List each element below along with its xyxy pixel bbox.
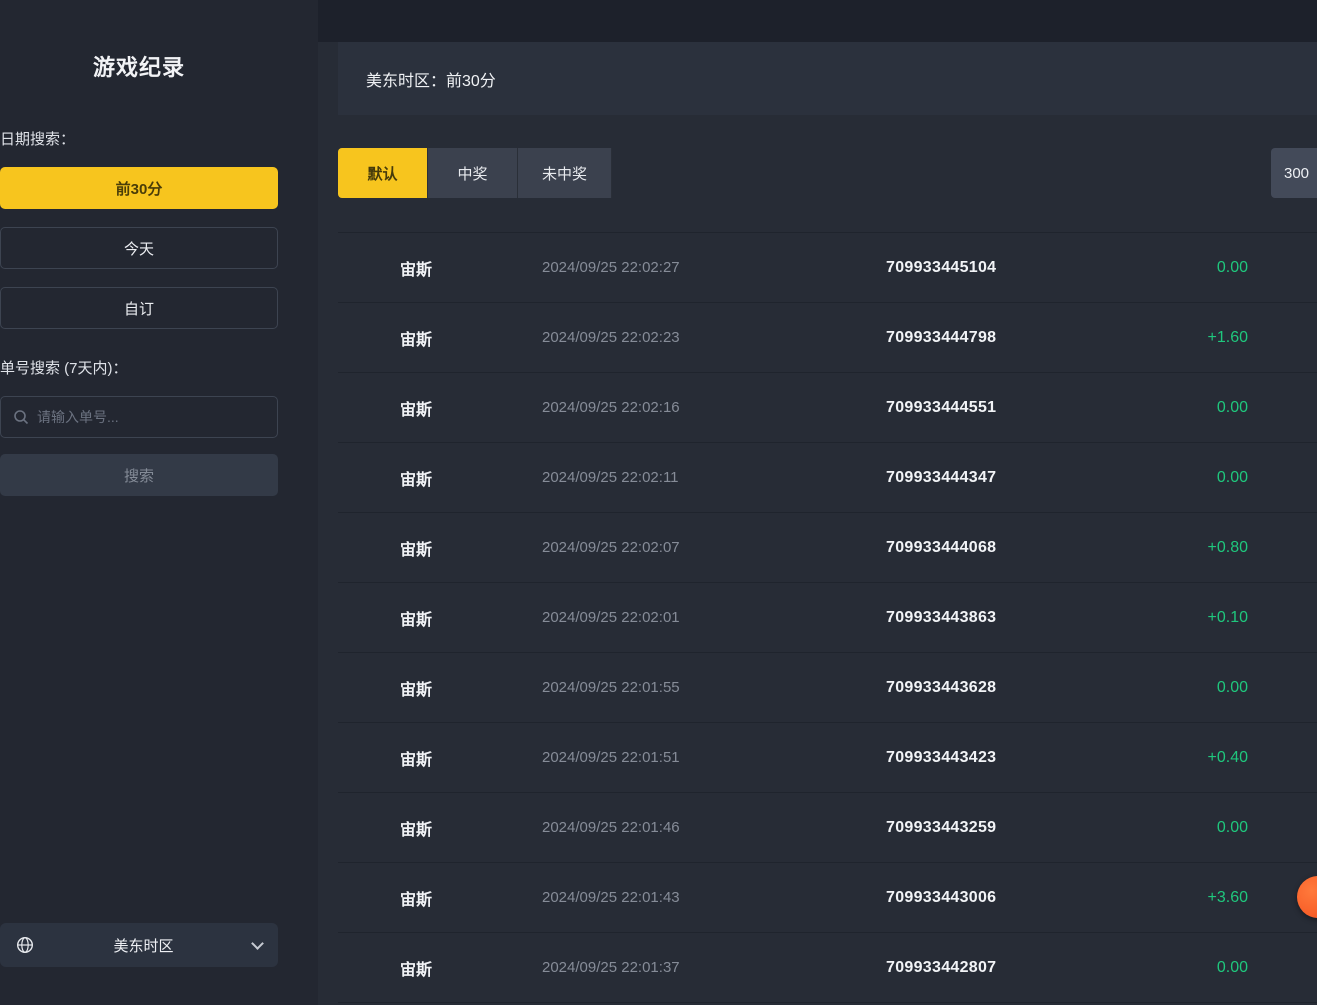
amount-value: 0.00 bbox=[1188, 399, 1248, 417]
record-time: 2024/09/25 22:02:01 bbox=[542, 609, 886, 626]
amount-value: 0.00 bbox=[1188, 959, 1248, 977]
filter-summary-bar: 美东时区：前30分 bbox=[338, 42, 1317, 115]
order-search-box bbox=[0, 396, 278, 438]
amount-value: 0.00 bbox=[1188, 469, 1248, 487]
record-time: 2024/09/25 22:01:55 bbox=[542, 679, 886, 696]
record-time: 2024/09/25 22:02:16 bbox=[542, 399, 886, 416]
record-time: 2024/09/25 22:02:23 bbox=[542, 329, 886, 346]
order-number: 709933443006 bbox=[886, 889, 1188, 907]
game-name: 宙斯 bbox=[400, 396, 542, 420]
order-number: 709933445104 bbox=[886, 259, 1188, 277]
filter-summary-text: 美东时区：前30分 bbox=[366, 67, 496, 91]
order-number: 709933444068 bbox=[886, 539, 1188, 557]
date-button-custom[interactable]: 自订 bbox=[0, 287, 278, 329]
record-time: 2024/09/25 22:01:46 bbox=[542, 819, 886, 836]
amount-value: +0.10 bbox=[1188, 609, 1248, 627]
page-title: 游戏纪录 bbox=[0, 0, 278, 128]
order-number: 709933443863 bbox=[886, 609, 1188, 627]
table-row[interactable]: 宙斯 2024/09/25 22:02:07 709933444068 +0.8… bbox=[338, 513, 1317, 583]
amount-value: 0.00 bbox=[1188, 259, 1248, 277]
order-number: 709933444551 bbox=[886, 399, 1188, 417]
chevron-down-icon bbox=[251, 937, 264, 950]
amount-value: +1.60 bbox=[1188, 329, 1248, 347]
table-row[interactable]: 宙斯 2024/09/25 22:02:23 709933444798 +1.6… bbox=[338, 303, 1317, 373]
table-row[interactable]: 宙斯 2024/09/25 22:02:16 709933444551 0.00… bbox=[338, 373, 1317, 443]
records-table: 宙斯 2024/09/25 22:02:27 709933445104 0.00… bbox=[338, 232, 1317, 1003]
tab-no-win[interactable]: 未中奖 bbox=[518, 148, 612, 198]
page-size-button[interactable]: 300 bbox=[1271, 148, 1317, 198]
top-strip bbox=[318, 0, 1317, 42]
order-search-input[interactable] bbox=[37, 409, 265, 425]
main-content: 美东时区：前30分 默认 中奖 未中奖 300 宙斯 2024/09/25 22… bbox=[318, 0, 1317, 1005]
globe-icon bbox=[16, 936, 34, 954]
record-time: 2024/09/25 22:01:51 bbox=[542, 749, 886, 766]
tab-default[interactable]: 默认 bbox=[338, 148, 428, 198]
search-icon bbox=[13, 409, 29, 425]
record-time: 2024/09/25 22:02:11 bbox=[542, 469, 886, 486]
table-row[interactable]: 宙斯 2024/09/25 22:01:46 709933443259 0.00… bbox=[338, 793, 1317, 863]
search-button[interactable]: 搜索 bbox=[0, 454, 278, 496]
table-row[interactable]: 宙斯 2024/09/25 22:02:01 709933443863 +0.1… bbox=[338, 583, 1317, 653]
amount-value: +3.60 bbox=[1188, 889, 1248, 907]
date-button-last30min[interactable]: 前30分 bbox=[0, 167, 278, 209]
record-time: 2024/09/25 22:02:27 bbox=[542, 259, 886, 276]
table-row[interactable]: 宙斯 2024/09/25 22:01:43 709933443006 +3.6… bbox=[338, 863, 1317, 933]
game-name: 宙斯 bbox=[400, 886, 542, 910]
amount-value: +0.80 bbox=[1188, 539, 1248, 557]
timezone-label: 美东时区 bbox=[34, 935, 253, 956]
game-name: 宙斯 bbox=[400, 466, 542, 490]
order-number: 709933444798 bbox=[886, 329, 1188, 347]
order-number: 709933442807 bbox=[886, 959, 1188, 977]
table-row[interactable]: 宙斯 2024/09/25 22:01:55 709933443628 0.00… bbox=[338, 653, 1317, 723]
game-name: 宙斯 bbox=[400, 606, 542, 630]
amount-value: +0.40 bbox=[1188, 749, 1248, 767]
amount-value: 0.00 bbox=[1188, 679, 1248, 697]
game-name: 宙斯 bbox=[400, 676, 542, 700]
table-row[interactable]: 宙斯 2024/09/25 22:01:37 709933442807 0.00… bbox=[338, 933, 1317, 1003]
game-name: 宙斯 bbox=[400, 326, 542, 350]
order-search-label: 单号搜索 (7天内)： bbox=[0, 357, 278, 378]
table-row[interactable]: 宙斯 2024/09/25 22:02:27 709933445104 0.00… bbox=[338, 233, 1317, 303]
table-row[interactable]: 宙斯 2024/09/25 22:02:11 709933444347 0.00… bbox=[338, 443, 1317, 513]
table-row[interactable]: 宙斯 2024/09/25 22:01:51 709933443423 +0.4… bbox=[338, 723, 1317, 793]
record-time: 2024/09/25 22:01:37 bbox=[542, 959, 886, 976]
order-number: 709933443423 bbox=[886, 749, 1188, 767]
game-name: 宙斯 bbox=[400, 956, 542, 980]
amount-value: 0.00 bbox=[1188, 819, 1248, 837]
record-time: 2024/09/25 22:02:07 bbox=[542, 539, 886, 556]
game-name: 宙斯 bbox=[400, 536, 542, 560]
game-name: 宙斯 bbox=[400, 816, 542, 840]
order-number: 709933443259 bbox=[886, 819, 1188, 837]
date-search-label: 日期搜索： bbox=[0, 128, 278, 149]
order-number: 709933444347 bbox=[886, 469, 1188, 487]
game-name: 宙斯 bbox=[400, 256, 542, 280]
date-button-today[interactable]: 今天 bbox=[0, 227, 278, 269]
tab-win[interactable]: 中奖 bbox=[428, 148, 518, 198]
timezone-selector[interactable]: 美东时区 bbox=[0, 923, 278, 967]
record-time: 2024/09/25 22:01:43 bbox=[542, 889, 886, 906]
game-name: 宙斯 bbox=[400, 746, 542, 770]
sidebar: 游戏纪录 日期搜索： 前30分 今天 自订 单号搜索 (7天内)： 搜索 美东时… bbox=[0, 0, 318, 1005]
result-tabs: 默认 中奖 未中奖 300 bbox=[338, 148, 1317, 198]
order-number: 709933443628 bbox=[886, 679, 1188, 697]
